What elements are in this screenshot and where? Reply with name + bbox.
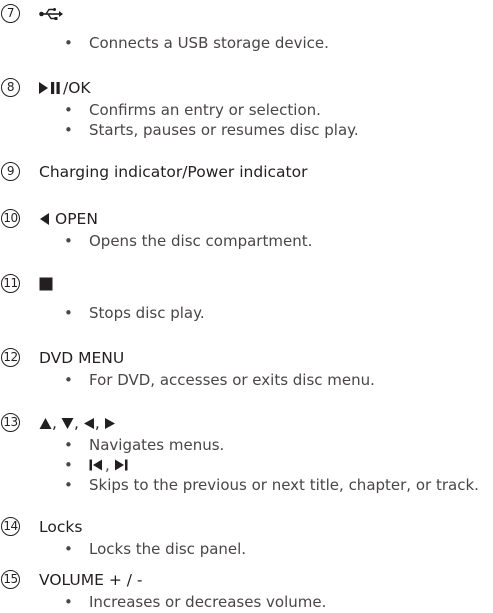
bullet-separator: ,	[105, 456, 110, 474]
bullet-marker: •	[64, 593, 73, 611]
bullet-marker: •	[64, 101, 73, 119]
item-number: 14	[1, 517, 20, 536]
bullet-marker: •	[64, 304, 73, 322]
heading-text: OPEN	[55, 210, 98, 228]
heading-text: VOLUME + / -	[39, 571, 143, 589]
item-number: 13	[1, 413, 20, 432]
bullet-text: Confirms an entry or selection.	[89, 101, 321, 119]
item-number: 8	[1, 78, 20, 97]
stop-square-icon	[39, 277, 53, 291]
item-number: 11	[1, 274, 20, 293]
down-triangle-icon	[61, 417, 74, 429]
item-heading: DVD MENU	[39, 348, 124, 368]
bullet-marker: •	[64, 436, 73, 454]
item-heading: /OK	[39, 78, 91, 98]
item-number: 10	[1, 209, 20, 228]
bullet-text: Opens the disc compartment.	[89, 232, 313, 250]
eject-left-triangle-icon	[40, 213, 49, 225]
heading-separator: ,	[94, 414, 100, 432]
bullet-marker: •	[64, 476, 73, 494]
bullet-text: Starts, pauses or resumes disc play.	[89, 121, 359, 139]
bullet-text: Connects a USB storage device.	[89, 34, 329, 52]
item-number: 9	[1, 162, 20, 181]
heading-separator: ,	[73, 414, 79, 432]
heading-text: Charging indicator/Power indicator	[39, 163, 308, 181]
skip-next-icon	[114, 459, 128, 471]
item-heading: , , ,	[39, 413, 116, 433]
item-heading	[39, 274, 53, 294]
item-number: 15	[1, 570, 20, 589]
heading-text: Locks	[39, 518, 83, 536]
bullet-text: For DVD, accesses or exits disc menu.	[89, 371, 375, 389]
up-triangle-icon	[39, 417, 52, 429]
item-heading: OPEN	[39, 209, 98, 229]
right-triangle-icon	[104, 417, 115, 429]
bullet-marker: •	[64, 34, 73, 52]
bullet-marker: •	[64, 540, 73, 558]
bullet-text: Stops disc play.	[89, 304, 205, 322]
usb-icon	[39, 8, 63, 20]
bullet-marker: •	[64, 121, 73, 139]
skip-previous-icon	[89, 459, 102, 471]
bullet-text: Skips to the previous or next title, cha…	[89, 476, 479, 494]
bullet-text: Navigates menus.	[89, 436, 225, 454]
heading-separator: ,	[52, 414, 57, 432]
heading-text: /OK	[63, 79, 91, 97]
bullet-text: Increases or decreases volume.	[89, 593, 327, 611]
item-heading: VOLUME + / -	[39, 570, 143, 590]
item-heading	[39, 4, 63, 24]
bullet-marker: •	[64, 456, 73, 474]
item-number: 7	[1, 4, 20, 23]
left-triangle-icon	[83, 417, 94, 429]
item-number: 12	[1, 348, 20, 367]
bullet-icons: ,	[89, 455, 128, 475]
item-heading: Charging indicator/Power indicator	[39, 162, 307, 182]
bullet-marker: •	[64, 232, 73, 250]
manual-page: 7 • Connects a USB storage device. 8 /OK…	[0, 0, 493, 613]
heading-text: DVD MENU	[39, 349, 125, 367]
play-pause-icon	[39, 82, 60, 94]
bullet-marker: •	[64, 371, 73, 389]
item-heading: Locks	[39, 517, 82, 537]
bullet-text: Locks the disc panel.	[89, 540, 247, 558]
